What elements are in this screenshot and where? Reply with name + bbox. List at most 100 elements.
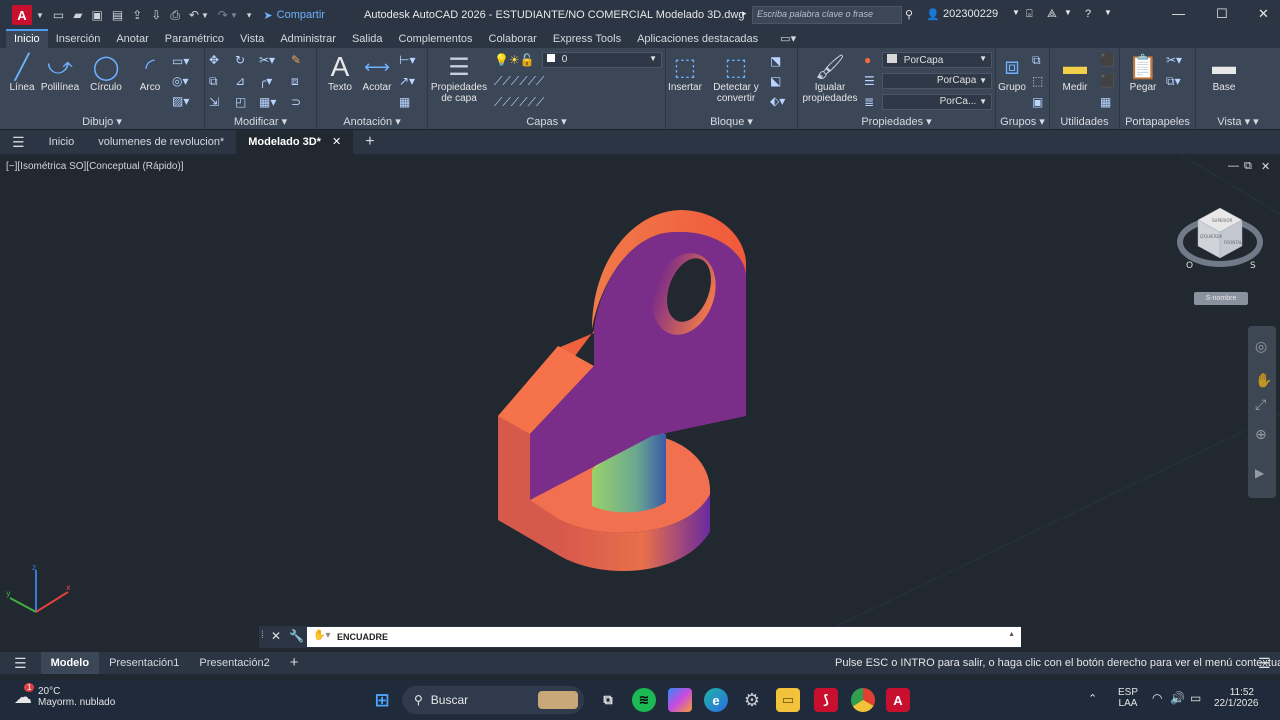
user-id[interactable]: 202300229 — [943, 8, 998, 20]
layout-tab-presentacion2[interactable]: Presentación2 — [189, 652, 279, 674]
file-explorer-icon[interactable]: ▭ — [776, 688, 800, 712]
hatch-icon[interactable]: ◎▾ — [172, 74, 189, 88]
task-view-icon[interactable]: ⧉ — [596, 688, 620, 712]
offset-icon[interactable]: ⊃ — [291, 95, 301, 109]
trim-icon[interactable]: ✂▾ — [259, 53, 275, 67]
measure-tool[interactable]: ▬ Medir — [1056, 52, 1094, 93]
battery-icon[interactable]: ▭ — [1190, 691, 1201, 705]
clock[interactable]: 11:52 22/1/2026 — [1214, 687, 1259, 709]
group-select-icon[interactable]: ▣ — [1032, 95, 1043, 109]
command-history-icon[interactable]: ▲ — [1008, 631, 1015, 638]
windows-start-icon[interactable]: ⊞ — [370, 688, 394, 712]
paste-tool[interactable]: 📋 Pegar — [1126, 52, 1160, 94]
ribbon-tab-inicio[interactable]: Inicio — [6, 29, 48, 48]
insert-tool[interactable]: ⬚ Insertar — [666, 52, 704, 94]
new-file-icon[interactable]: ▭ — [53, 8, 64, 22]
panel-title-modificar[interactable]: Modificar ▾ — [205, 114, 316, 130]
detect-convert-tool[interactable]: ⬚ Detectar y convertir — [708, 52, 764, 105]
weather-widget[interactable]: ☁ 1 20°C Mayorm. nublado — [14, 682, 115, 708]
edit-block-icon[interactable]: ⬕ — [770, 74, 781, 88]
copy-icon[interactable]: ⧉ — [209, 74, 218, 89]
autocad-logo-icon[interactable]: A — [12, 5, 32, 25]
showmotion-icon[interactable]: ▶ — [1255, 466, 1264, 480]
panel-title-portapapeles[interactable]: Portapapeles — [1120, 114, 1195, 130]
line-tool[interactable]: ╱ Línea — [6, 52, 38, 94]
save-icon[interactable]: ▣ — [92, 8, 103, 22]
redo-icon[interactable]: ↷ — [218, 8, 228, 22]
select-all-icon[interactable]: ⬛ — [1100, 74, 1115, 88]
cut-icon[interactable]: ✂▾ — [1166, 53, 1182, 67]
match-properties-tool[interactable]: 🖌 Igualar propiedades — [800, 52, 860, 105]
gradient-icon[interactable]: ▨▾ — [172, 94, 189, 108]
layout-tab-modelo[interactable]: Modelo — [40, 652, 100, 674]
steering-wheel-icon[interactable]: ◎ — [1255, 338, 1267, 355]
ribbon-minimize-icon[interactable]: ▭▾ — [766, 30, 804, 48]
minimize-button[interactable]: — — [1172, 6, 1185, 21]
copy-clip-icon[interactable]: ⧉▾ — [1166, 74, 1181, 89]
ribbon-tab-colaborar[interactable]: Colaborar — [481, 31, 545, 48]
help-icon[interactable]: ? — [1085, 8, 1091, 20]
panel-title-vista[interactable]: Vista ▾ ▾ — [1196, 114, 1280, 130]
circle-tool[interactable]: ◯ Círculo — [86, 52, 126, 94]
erase-icon[interactable]: ✎ — [291, 53, 301, 67]
command-grip-icon[interactable]: ⁞ — [261, 630, 264, 641]
ribbon-tab-anotar[interactable]: Anotar — [108, 31, 156, 48]
linear-dim-icon[interactable]: ⊢▾ — [399, 53, 415, 67]
search-icon[interactable]: ⚲ — [905, 8, 913, 21]
explode-icon[interactable]: ⧈ — [291, 74, 299, 89]
settings-icon[interactable]: ⚙ — [740, 688, 764, 712]
undo-dropdown-icon[interactable]: ▼ — [201, 11, 209, 20]
zoom-icon[interactable]: ⤢ — [1255, 396, 1266, 413]
maximize-button[interactable]: ☐ — [1216, 6, 1228, 22]
open-file-icon[interactable]: ▰ — [73, 8, 82, 22]
add-layout-icon[interactable]: + — [280, 652, 309, 674]
ribbon-tab-parametrico[interactable]: Paramétrico — [157, 31, 232, 48]
panel-title-anotacion[interactable]: Anotación ▾ — [317, 114, 427, 130]
panel-title-bloque[interactable]: Bloque ▾ — [666, 114, 797, 130]
chrome-icon[interactable] — [851, 688, 875, 712]
panel-title-utilidades[interactable]: Utilidades — [1050, 114, 1119, 130]
close-tab-icon[interactable]: ✕ — [332, 136, 341, 148]
connect-dropdown-icon[interactable]: ▼ — [1064, 8, 1072, 17]
panel-title-grupos[interactable]: Grupos ▾ — [996, 114, 1049, 130]
ribbon-tab-complementos[interactable]: Complementos — [391, 31, 481, 48]
tray-overflow-icon[interactable]: ⌃ — [1088, 692, 1097, 705]
help-dropdown-icon[interactable]: ▼ — [1104, 8, 1112, 17]
scale-icon[interactable]: ◰ — [235, 95, 246, 109]
group-edit-icon[interactable]: ⬚ — [1032, 74, 1043, 88]
hamburger-menu-icon[interactable]: ☰ — [0, 130, 37, 154]
move-icon[interactable]: ✥ — [209, 53, 219, 67]
layer-tools-row1-icons[interactable]: ⟋⟋⟋⟋⟋⟋ — [494, 74, 544, 89]
doc-tab-modelado[interactable]: Modelado 3D* ✕ — [236, 130, 354, 154]
user-icon[interactable]: 👤 — [926, 8, 940, 21]
calculator-icon[interactable]: ▦ — [1100, 95, 1111, 109]
copilot-icon[interactable] — [668, 688, 692, 712]
layout-menu-icon[interactable]: ☰ — [0, 652, 41, 674]
orbit-icon[interactable]: ⊕ — [1255, 426, 1267, 443]
redo-dropdown-icon[interactable]: ▼ — [230, 11, 238, 20]
lineweight-icon[interactable]: ≣ — [864, 95, 874, 109]
cart-icon[interactable]: ⌺ — [1026, 8, 1033, 21]
user-dropdown-icon[interactable]: ▼ — [1012, 8, 1020, 17]
ungroup-icon[interactable]: ⧉ — [1032, 53, 1041, 68]
status-menu-icon[interactable]: ☰ — [1258, 655, 1271, 672]
command-input[interactable]: ✋▾ ENCUADRE ▲ — [307, 627, 1021, 647]
autocad-taskbar-icon[interactable]: A — [886, 688, 910, 712]
wifi-icon[interactable]: ◠ — [1152, 691, 1162, 705]
upload-icon[interactable]: ⇪ — [132, 8, 142, 22]
ribbon-tab-insercion[interactable]: Inserción — [48, 31, 109, 48]
ribbon-tab-vista[interactable]: Vista — [232, 31, 272, 48]
command-customize-icon[interactable]: 🔧 — [289, 629, 304, 643]
wcs-menu[interactable]: S-nombre — [1194, 292, 1248, 305]
pan-icon[interactable]: ✋ — [1255, 372, 1272, 389]
share-button[interactable]: ➤ Compartir — [263, 9, 325, 22]
rotate-icon[interactable]: ↻ — [235, 53, 245, 67]
quick-select-icon[interactable]: ⬛ — [1100, 53, 1115, 67]
command-close-icon[interactable]: ✕ — [271, 629, 281, 643]
download-icon[interactable]: ⇩ — [151, 8, 161, 22]
array-icon[interactable]: ▦▾ — [259, 95, 276, 109]
lineweight-dropdown[interactable]: PorCa... ▼ — [882, 94, 992, 110]
linetype-icon[interactable]: ☰ — [864, 74, 875, 88]
language-indicator[interactable]: ESP LAA — [1118, 687, 1138, 709]
taskbar-search[interactable]: ⚲ Buscar — [402, 686, 584, 714]
